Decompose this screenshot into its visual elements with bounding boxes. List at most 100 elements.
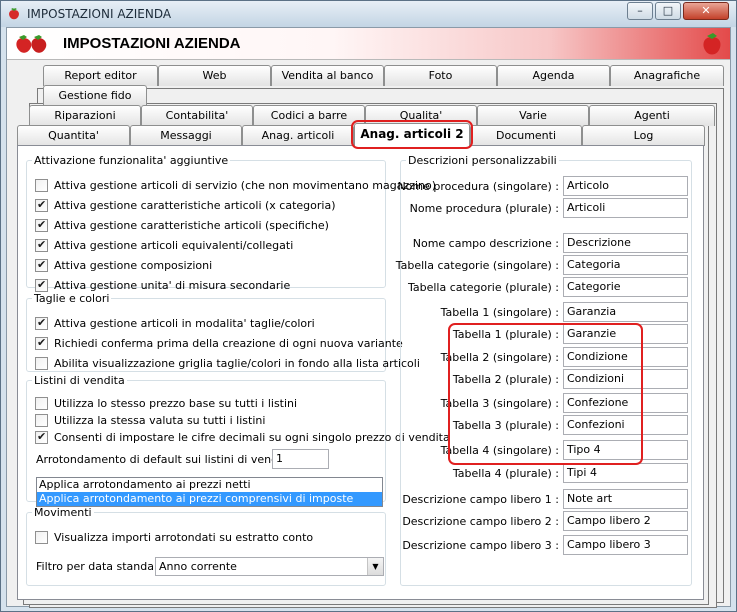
desc-input-13[interactable]: Tipi 4 [563, 463, 688, 483]
tab-anag-articoli-2[interactable]: Anag. articoli 2 [354, 123, 470, 146]
tab-codici-a-barre[interactable]: Codici a barre [253, 105, 365, 126]
desc-input-14[interactable]: Note art [563, 489, 688, 509]
desc-input-1[interactable]: Articolo [563, 176, 688, 196]
desc-label-4: Tabella categorie (singolare) : [395, 258, 559, 272]
tab-anagrafiche[interactable]: Anagrafiche [610, 65, 724, 86]
list-option-imposte[interactable]: Applica arrotondamento ai prezzi compren… [37, 492, 382, 506]
desc-input-5[interactable]: Categorie [563, 277, 688, 297]
chk-stessa-valuta[interactable]: Utilizza la stessa valuta su tutti i lis… [35, 412, 265, 428]
desc-input-7[interactable]: Garanzie [563, 324, 688, 344]
tab-quantita[interactable]: Quantita' [17, 125, 130, 146]
filtro-select[interactable]: Anno corrente ▼ [155, 557, 384, 576]
chk-caratteristiche-categoria[interactable]: Attiva gestione caratteristiche articoli… [35, 197, 336, 213]
tab-contabilita[interactable]: Contabilita' [141, 105, 253, 126]
desc-label-3: Nome campo descrizione : [412, 236, 559, 250]
movimenti-group: Movimenti Visualizza importi arrotondati… [26, 506, 386, 586]
desc-input-11[interactable]: Confezioni [563, 415, 688, 435]
desc-input-9[interactable]: Condizioni [563, 369, 688, 389]
desc-input-8[interactable]: Condizione [563, 347, 688, 367]
checkbox-checked-icon [35, 218, 48, 232]
chk-caratteristiche-specifiche[interactable]: Attiva gestione caratteristiche articoli… [35, 217, 329, 233]
list-option-netti[interactable]: Applica arrotondamento ai prezzi netti [37, 478, 382, 492]
window-title: IMPOSTAZIONI AZIENDA [27, 7, 172, 21]
maximize-button[interactable]: □ [655, 2, 681, 20]
tab-report-editor[interactable]: Report editor [43, 65, 158, 86]
chk-taglie-colori[interactable]: Attiva gestione articoli in modalita' ta… [35, 315, 315, 331]
chk-cifre-decimali[interactable]: Consenti di impostare le cifre decimali … [35, 429, 450, 445]
checkbox-checked-icon [35, 336, 48, 350]
tab-log[interactable]: Log [582, 125, 705, 146]
desc-input-4[interactable]: Categoria [563, 255, 688, 275]
header-banner: IMPOSTAZIONI AZIENDA [7, 28, 730, 60]
listini-legend: Listini di vendita [34, 374, 125, 387]
strawberry-icon [16, 35, 47, 53]
tab-gestione-fido[interactable]: Gestione fido [43, 85, 147, 106]
desc-label-15: Descrizione campo libero 2 : [402, 514, 559, 528]
attivazione-group: Attivazione funzionalita' aggiuntive Att… [26, 154, 436, 292]
desc-label-11: Tabella 3 (plurale) : [452, 418, 559, 432]
chk-conferma-variante[interactable]: Richiedi conferma prima della creazione … [35, 335, 403, 351]
tab-messaggi[interactable]: Messaggi [130, 125, 242, 146]
checkbox-icon [35, 396, 48, 410]
checkbox-icon [35, 356, 48, 370]
chk-stesso-prezzo[interactable]: Utilizza lo stesso prezzo base su tutti … [35, 395, 297, 411]
tab-agenti[interactable]: Agenti [589, 105, 715, 126]
attivazione-legend: Attivazione funzionalita' aggiuntive [34, 154, 229, 167]
desc-input-15[interactable]: Campo libero 2 [563, 511, 688, 531]
app-window: IMPOSTAZIONI AZIENDA – □ ✕ IMPOSTAZIONI … [0, 0, 737, 612]
arrotondamento-input[interactable]: 1 [272, 449, 329, 469]
desc-label-14: Descrizione campo libero 1 : [402, 492, 559, 506]
desc-label-10: Tabella 3 (singolare) : [440, 396, 559, 410]
checkbox-checked-icon [35, 258, 48, 272]
tab-vendita-al-banco[interactable]: Vendita al banco [271, 65, 384, 86]
chk-articoli-servizio[interactable]: Attiva gestione articoli di servizio (ch… [35, 177, 436, 193]
desc-input-16[interactable]: Campo libero 3 [563, 535, 688, 555]
arrotondamento-listbox[interactable]: Applica arrotondamento ai prezzi netti A… [36, 477, 383, 507]
descrizioni-group: Descrizioni personalizzabili Nome proced… [395, 154, 692, 586]
tab-anag-articoli[interactable]: Anag. articoli [242, 125, 354, 146]
tab-web[interactable]: Web [158, 65, 271, 86]
dialog-client: IMPOSTAZIONI AZIENDA Report editor Web V… [6, 27, 731, 608]
minimize-button[interactable]: – [627, 2, 653, 20]
desc-label-13: Tabella 4 (plurale) : [452, 466, 559, 480]
chk-articoli-equivalenti[interactable]: Attiva gestione articoli equivalenti/col… [35, 237, 293, 253]
chk-unita-misura[interactable]: Attiva gestione unita' di misura seconda… [35, 277, 290, 293]
close-button[interactable]: ✕ [683, 2, 729, 20]
chk-composizioni[interactable]: Attiva gestione composizioni [35, 257, 212, 273]
desc-input-2[interactable]: Articoli [563, 198, 688, 218]
desc-label-12: Tabella 4 (singolare) : [440, 443, 559, 457]
checkbox-checked-icon [35, 278, 48, 292]
tab-documenti[interactable]: Documenti [470, 125, 582, 146]
taglie-legend: Taglie e colori [34, 292, 110, 305]
desc-input-12[interactable]: Tipo 4 [563, 440, 688, 460]
strawberry-icon [703, 33, 721, 55]
desc-label-6: Tabella 1 (singolare) : [440, 305, 559, 319]
desc-input-3[interactable]: Descrizione [563, 233, 688, 253]
chk-importi-arrotondati[interactable]: Visualizza importi arrotondati su estrat… [35, 529, 313, 545]
checkbox-checked-icon [35, 198, 48, 212]
descrizioni-legend: Descrizioni personalizzabili [408, 154, 557, 167]
tab-foto[interactable]: Foto [384, 65, 497, 86]
filtro-value: Anno corrente [159, 560, 237, 573]
tab-varie[interactable]: Varie [477, 105, 589, 126]
checkbox-checked-icon [35, 316, 48, 330]
listini-group: Listini di vendita Utilizza lo stesso pr… [26, 374, 450, 507]
title-bar[interactable]: IMPOSTAZIONI AZIENDA – □ ✕ [1, 1, 736, 27]
desc-label-9: Tabella 2 (plurale) : [452, 372, 559, 386]
tab-riparazioni[interactable]: Riparazioni [29, 105, 141, 126]
header-title: IMPOSTAZIONI AZIENDA [63, 35, 241, 52]
desc-label-7: Tabella 1 (plurale) : [452, 327, 559, 341]
taglie-group: Taglie e colori Attiva gestione articoli… [26, 292, 420, 372]
movimenti-legend: Movimenti [34, 506, 92, 519]
strawberry-icon [9, 8, 19, 20]
desc-input-10[interactable]: Confezione [563, 393, 688, 413]
checkbox-icon [35, 530, 48, 544]
tab-agenda[interactable]: Agenda [497, 65, 610, 86]
filtro-label: Filtro per data standard : [36, 559, 173, 573]
chevron-down-icon[interactable]: ▼ [367, 558, 383, 575]
chk-griglia-taglie[interactable]: Abilita visualizzazione griglia taglie/c… [35, 355, 420, 371]
desc-label-5: Tabella categorie (plurale) : [407, 280, 559, 294]
desc-label-1: Nome procedura (singolare) : [397, 179, 559, 193]
checkbox-icon [35, 413, 48, 427]
desc-input-6[interactable]: Garanzia [563, 302, 688, 322]
